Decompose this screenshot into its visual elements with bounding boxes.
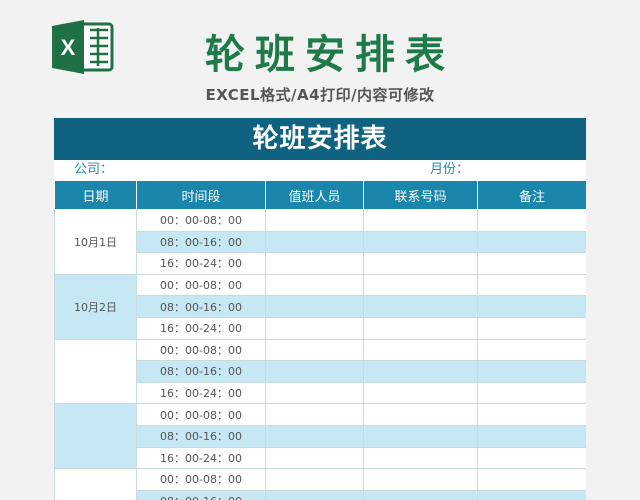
phone-cell[interactable] bbox=[363, 468, 478, 491]
staff-cell[interactable] bbox=[265, 468, 364, 491]
time-slot-cell[interactable]: 08：00-16：00 bbox=[136, 360, 266, 383]
notes-cell[interactable] bbox=[477, 295, 586, 318]
date-cell[interactable] bbox=[54, 468, 137, 500]
notes-cell[interactable] bbox=[477, 468, 586, 491]
time-slot-cell[interactable]: 08：00-16：00 bbox=[136, 489, 266, 500]
schedule-sheet: 轮班安排表 公司： 月份： 日期 时间段 值班人员 联系号码 备注 10月1日 0… bbox=[54, 118, 586, 500]
phone-cell[interactable] bbox=[363, 360, 478, 383]
column-header-date: 日期 bbox=[54, 180, 137, 210]
column-header-notes: 备注 bbox=[477, 180, 586, 210]
notes-cell[interactable] bbox=[477, 316, 586, 340]
time-slot-cell[interactable]: 16：00-24：00 bbox=[136, 316, 266, 340]
table-row: 10月2日 00：00-08：00 bbox=[54, 273, 586, 340]
column-header-staff: 值班人员 bbox=[265, 180, 364, 210]
notes-cell[interactable] bbox=[477, 230, 586, 254]
time-slot-cell[interactable]: 08：00-16：00 bbox=[136, 295, 266, 318]
phone-cell[interactable] bbox=[363, 209, 478, 232]
staff-cell[interactable] bbox=[265, 360, 364, 383]
table-row: 00：00-08：00 bbox=[54, 468, 586, 500]
phone-cell[interactable] bbox=[363, 338, 478, 362]
column-header-time-slot: 时间段 bbox=[136, 180, 266, 210]
page-subtitle: EXCEL格式/A4打印/内容可修改 bbox=[205, 86, 435, 104]
phone-cell[interactable] bbox=[363, 230, 478, 254]
time-slot-cell[interactable]: 08：00-16：00 bbox=[136, 424, 266, 448]
time-slot-cell[interactable]: 00：00-08：00 bbox=[136, 468, 266, 491]
staff-cell[interactable] bbox=[265, 446, 364, 470]
time-slot-cell[interactable]: 00：00-08：00 bbox=[136, 338, 266, 362]
phone-cell[interactable] bbox=[363, 446, 478, 470]
notes-cell[interactable] bbox=[477, 424, 586, 448]
staff-cell[interactable] bbox=[265, 316, 364, 340]
date-cell[interactable] bbox=[54, 403, 137, 470]
time-slot-cell[interactable]: 00：00-08：00 bbox=[136, 273, 266, 297]
table-row: 10月1日 00：00-08：00 bbox=[54, 209, 586, 275]
schedule-body: 10月1日 00：00-08：00 08：00-16：00 16：00-24：00 10… bbox=[54, 209, 586, 500]
table-row: 00：00-08：00 bbox=[54, 403, 586, 470]
meta-row: 公司： 月份： bbox=[54, 160, 586, 180]
notes-cell[interactable] bbox=[477, 403, 586, 426]
phone-cell[interactable] bbox=[363, 381, 478, 405]
staff-cell[interactable] bbox=[265, 381, 364, 405]
notes-cell[interactable] bbox=[477, 446, 586, 470]
date-cell[interactable]: 10月2日 bbox=[54, 273, 137, 340]
time-slot-cell[interactable]: 16：00-24：00 bbox=[136, 252, 266, 275]
notes-cell[interactable] bbox=[477, 360, 586, 383]
notes-cell[interactable] bbox=[477, 209, 586, 232]
staff-cell[interactable] bbox=[265, 209, 364, 232]
phone-cell[interactable] bbox=[363, 424, 478, 448]
staff-cell[interactable] bbox=[265, 252, 364, 275]
notes-cell[interactable] bbox=[477, 338, 586, 362]
staff-cell[interactable] bbox=[265, 424, 364, 448]
phone-cell[interactable] bbox=[363, 316, 478, 340]
phone-cell[interactable] bbox=[363, 403, 478, 426]
page-title: 轮班安排表 bbox=[205, 32, 455, 78]
phone-cell[interactable] bbox=[363, 273, 478, 297]
date-cell[interactable] bbox=[54, 338, 137, 405]
schedule-table: 日期 时间段 值班人员 联系号码 备注 10月1日 00：00-08：00 08：0… bbox=[54, 180, 586, 500]
phone-cell[interactable] bbox=[363, 252, 478, 275]
sheet-title: 轮班安排表 bbox=[54, 118, 586, 160]
date-cell[interactable]: 10月1日 bbox=[54, 209, 137, 275]
notes-cell[interactable] bbox=[477, 381, 586, 405]
table-row: 00：00-08：00 bbox=[54, 338, 586, 405]
staff-cell[interactable] bbox=[265, 273, 364, 297]
phone-cell[interactable] bbox=[363, 489, 478, 500]
time-slot-cell[interactable]: 00：00-08：00 bbox=[136, 209, 266, 232]
time-slot-cell[interactable]: 00：00-08：00 bbox=[136, 403, 266, 426]
phone-cell[interactable] bbox=[363, 295, 478, 318]
table-header-row: 日期 时间段 值班人员 联系号码 备注 bbox=[54, 180, 586, 210]
staff-cell[interactable] bbox=[265, 403, 364, 426]
staff-cell[interactable] bbox=[265, 338, 364, 362]
time-slot-cell[interactable]: 16：00-24：00 bbox=[136, 446, 266, 470]
notes-cell[interactable] bbox=[477, 273, 586, 297]
staff-cell[interactable] bbox=[265, 489, 364, 500]
company-label: 公司： bbox=[74, 162, 114, 177]
time-slot-cell[interactable]: 08：00-16：00 bbox=[136, 230, 266, 254]
time-slot-cell[interactable]: 16：00-24：00 bbox=[136, 381, 266, 405]
notes-cell[interactable] bbox=[477, 252, 586, 275]
column-header-phone: 联系号码 bbox=[363, 180, 478, 210]
staff-cell[interactable] bbox=[265, 295, 364, 318]
notes-cell[interactable] bbox=[477, 489, 586, 500]
month-label: 月份： bbox=[430, 162, 470, 177]
staff-cell[interactable] bbox=[265, 230, 364, 254]
